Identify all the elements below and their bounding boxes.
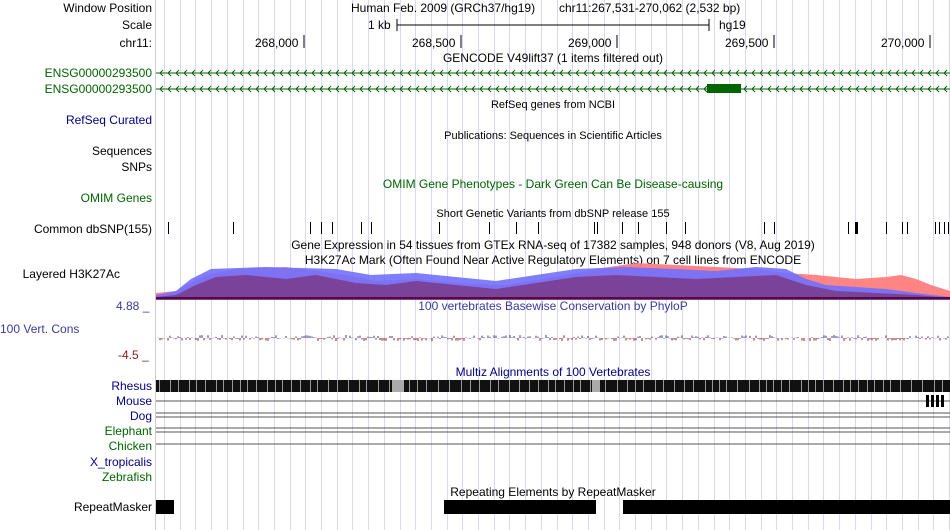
multiz-species-mouse[interactable]: Mouse (0, 394, 152, 408)
omim-track-title[interactable]: OMIM Gene Phenotypes - Dark Green Can Be… (156, 177, 950, 191)
phylop-signal[interactable] (155, 326, 950, 350)
multiz-species-rhesus[interactable]: Rhesus (0, 379, 152, 393)
phylop-track-title[interactable]: 100 vertebrates Basewise Conservation by… (156, 299, 950, 313)
scale-label: Scale (121, 18, 152, 32)
h3k27ac-signal[interactable] (156, 255, 950, 300)
gencode-gene-features[interactable] (156, 66, 950, 98)
omim-track-label[interactable]: OMIM Genes (0, 191, 152, 205)
multiz-species-xtropicalis[interactable]: X_tropicalis (0, 455, 152, 469)
multiz-species-dog[interactable]: Dog (0, 409, 152, 423)
repeatmasker-elements[interactable] (156, 498, 950, 516)
gencode-item-label[interactable]: ENSG00000293500 (0, 66, 152, 80)
repeatmasker-track-title[interactable]: Repeating Elements by RepeatMasker (156, 485, 950, 499)
gtex-track-title[interactable]: Gene Expression in 54 tissues from GTEx … (156, 238, 950, 252)
phylop-min-label: -4.5 _ (118, 348, 149, 362)
dbsnp-track-label[interactable]: Common dbSNP(155) (0, 222, 152, 236)
gencode-item-label[interactable]: ENSG00000293500 (0, 82, 152, 96)
h3k27ac-track-label[interactable]: Layered H3K27Ac (0, 267, 120, 281)
repeatmasker-track-label[interactable]: RepeatMasker (0, 500, 152, 514)
window-position-label: Window Position (63, 1, 152, 15)
publications-label-sequences[interactable]: Sequences (0, 144, 152, 158)
multiz-species-chicken[interactable]: Chicken (0, 439, 152, 453)
refseq-track-title[interactable]: RefSeq genes from NCBI (156, 98, 950, 112)
publications-label-snps[interactable]: SNPs (0, 160, 152, 174)
dbsnp-variant-ticks[interactable] (156, 220, 950, 236)
scale-value: 1 kb (368, 18, 391, 32)
assembly-title: Human Feb. 2009 (GRCh37/hg19) (351, 1, 536, 15)
assembly-name: hg19 (719, 18, 746, 32)
dbsnp-track-title[interactable]: Short Genetic Variants from dbSNP releas… (156, 207, 950, 221)
refseq-track-label[interactable]: RefSeq Curated (0, 113, 152, 127)
phylop-max-label: 4.88 _ (116, 299, 150, 313)
position-text[interactable]: chr11:267,531-270,062 (2,532 bp) (559, 1, 740, 15)
multiz-alignments[interactable] (156, 378, 950, 458)
phylop-track-label[interactable]: 100 Vert. Cons (0, 322, 128, 336)
ruler-ticks (303, 35, 931, 48)
scale-bar (396, 19, 710, 31)
publications-track-title[interactable]: Publications: Sequences in Scientific Ar… (156, 129, 950, 143)
multiz-track-title[interactable]: Multiz Alignments of 100 Vertebrates (156, 365, 950, 379)
gencode-track-title[interactable]: GENCODE V49lift37 (1 items filtered out) (156, 51, 950, 65)
multiz-species-elephant[interactable]: Elephant (0, 424, 152, 438)
multiz-species-zebrafish[interactable]: Zebrafish (0, 470, 152, 484)
